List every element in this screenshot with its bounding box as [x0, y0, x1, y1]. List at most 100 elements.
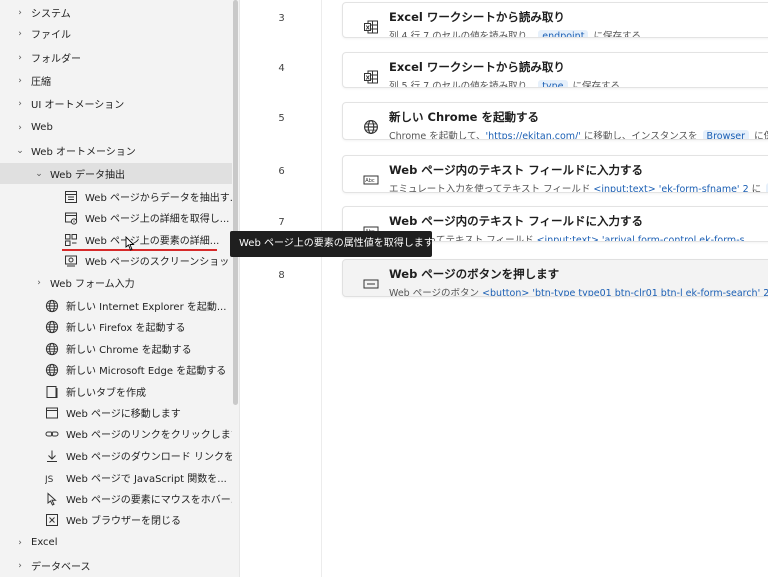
sidebar-action[interactable]: Web ページのリンクをクリックします [0, 423, 232, 444]
step-number-column [241, 0, 322, 577]
sidebar-action[interactable]: Web ページの要素にマウスをホバー... [0, 488, 232, 509]
globe-icon [45, 363, 59, 377]
close-browser-icon [45, 513, 59, 527]
new-tab-icon [45, 385, 59, 399]
sidebar-action[interactable]: JS Web ページで JavaScript 関数を... [0, 467, 232, 488]
variable-token[interactable]: Browser [702, 130, 750, 139]
sidebar-item-label: Web ページに移動します [66, 409, 181, 420]
sidebar-item-label: Web ページで JavaScript 関数を... [66, 474, 227, 485]
sidebar-action[interactable]: Web ページのダウンロード リンクを... [0, 445, 232, 466]
chevron-right-icon[interactable]: › [13, 538, 27, 548]
step-description-text: に保存 [754, 131, 768, 140]
button-icon [363, 276, 379, 292]
sidebar-item-label: システム [31, 9, 71, 20]
sidebar-item-label: Web ページ上の詳細を取得し... [85, 214, 230, 225]
step-description-text: に保存する [569, 81, 621, 88]
chevron-right-icon[interactable]: › [13, 8, 27, 18]
chevron-right-icon[interactable]: › [13, 99, 27, 109]
sidebar-item-label: Web データ抽出 [50, 170, 125, 181]
globe-icon [45, 342, 59, 356]
sidebar-group[interactable]: › データベース [0, 555, 232, 576]
sidebar-group[interactable]: › ファイル [0, 23, 232, 44]
sidebar-group[interactable]: › フォルダー [0, 47, 232, 68]
sidebar-subgroup[interactable]: ⌄ Web データ抽出 [0, 163, 232, 184]
sidebar-group[interactable]: › UI オートメーション [0, 93, 232, 114]
sidebar-item-label: 新しい Firefox を起動する [66, 323, 186, 334]
excel-sheet-icon: X [363, 69, 379, 85]
svg-text:X: X [366, 25, 371, 31]
step-number: 8 [278, 270, 285, 281]
step-description: 列 4 行 7 のセルの値を読み取り、 endpoint に保存する [389, 28, 641, 37]
sidebar-item-label: Web ページのダウンロード リンクを... [66, 452, 232, 463]
step-title: Web ページ内のテキスト フィールドに入力する [389, 163, 644, 177]
chevron-down-icon[interactable]: ⌄ [32, 169, 46, 179]
variable-token[interactable]: type [538, 80, 568, 87]
sidebar-action[interactable]: 新しいタブを作成 [0, 381, 232, 402]
highlight-underline [62, 249, 217, 251]
chevron-right-icon[interactable]: › [13, 76, 27, 86]
step-description-text: 列 5 行 7 のセルの値を読み取り、 [389, 81, 537, 88]
flow-step[interactable]: X Excel ワークシートから読み取り列 4 行 7 のセルの値を読み取り、 en… [342, 2, 768, 38]
sidebar-action[interactable]: Web ページのスクリーンショット... [0, 250, 232, 271]
globe-icon [45, 320, 59, 334]
sidebar-action[interactable]: Web ページ上の要素の詳細... [0, 229, 232, 250]
step-description: Web ページのボタン <button> 'btn-type type01 bt… [389, 285, 768, 297]
sidebar-action[interactable]: Web ブラウザーを閉じる [0, 509, 232, 530]
svg-text:X: X [366, 75, 371, 81]
sidebar-action[interactable]: 新しい Internet Explorer を起動... [0, 295, 232, 316]
chevron-down-icon[interactable]: ⌄ [13, 146, 27, 156]
scrollbar-thumb[interactable] [233, 0, 238, 405]
chevron-right-icon[interactable]: › [32, 278, 46, 288]
step-description-text: Web ページのボタン [389, 288, 483, 297]
sidebar-item-label: フォルダー [31, 54, 81, 65]
sidebar-action[interactable]: Web ページ上の詳細を取得し... [0, 207, 232, 228]
chevron-right-icon[interactable]: › [13, 123, 27, 133]
flow-step[interactable]: X Excel ワークシートから読み取り列 5 行 7 のセルの値を読み取り、 ty… [342, 52, 768, 88]
sidebar-item-label: Web ページからデータを抽出す... [85, 193, 232, 204]
table-extract-icon [64, 190, 78, 204]
step-number: 5 [278, 113, 285, 124]
sidebar-subgroup[interactable]: › Web フォーム入力 [0, 272, 232, 293]
chevron-right-icon[interactable]: › [13, 561, 27, 571]
chevron-right-icon[interactable]: › [13, 29, 27, 39]
mouse-pointer-icon [45, 491, 59, 506]
step-argument: <button> 'btn-type type01 btn-clr01 btn-… [482, 288, 768, 297]
svg-text:Abc: Abc [365, 178, 375, 184]
sidebar-item-label: ファイル [31, 30, 71, 41]
flow-step[interactable]: Abc Web ページ内のテキスト フィールドに入力する エミュレート入力を使ってテ… [342, 155, 768, 193]
sidebar-group[interactable]: › 圧縮 [0, 70, 232, 91]
step-title: 新しい Chrome を起動する [389, 110, 539, 124]
sidebar-group[interactable]: ⌄ Web オートメーション [0, 140, 232, 161]
flow-step[interactable]: 新しい Chrome を起動する Chrome を起動して、'https://ek… [342, 102, 768, 140]
link-icon [45, 427, 59, 441]
sidebar-action[interactable]: 新しい Firefox を起動する [0, 316, 232, 337]
step-number: 4 [278, 63, 285, 74]
sidebar-action[interactable]: 新しい Microsoft Edge を起動する [0, 359, 232, 380]
actions-panel-scrollbar[interactable] [232, 0, 240, 577]
sidebar-action[interactable]: Web ページに移動します [0, 402, 232, 423]
variable-token[interactable]: endpoint [538, 30, 589, 37]
sidebar-group[interactable]: › システム [0, 2, 232, 23]
sidebar-item-label: Web オートメーション [31, 147, 136, 158]
sidebar-group[interactable]: › Web [0, 117, 232, 138]
step-number: 6 [278, 166, 285, 177]
excel-sheet-icon: X [363, 19, 379, 35]
mouse-cursor-icon [125, 236, 135, 251]
globe-icon [363, 119, 379, 135]
tooltip: Web ページ上の要素の属性値を取得します [230, 231, 434, 257]
sidebar-action[interactable]: 新しい Chrome を起動する [0, 338, 232, 359]
chevron-right-icon[interactable]: › [13, 53, 27, 63]
actions-panel: › システム › ファイル › フォルダー › 圧縮 › UI オートメーション › Web ⌄ Web … [0, 0, 232, 577]
sidebar-item-label: データベース [31, 562, 91, 573]
sidebar-group[interactable]: › Excel [0, 532, 232, 553]
sidebar-action[interactable]: Web ページからデータを抽出す... [0, 186, 232, 207]
step-description: 列 5 行 7 のセルの値を読み取り、 type に保存する [389, 78, 621, 88]
step-title: Excel ワークシートから読み取り [389, 10, 565, 24]
flow-step[interactable]: Web ページのボタンを押します Web ページのボタン <button> 'bt… [342, 259, 768, 297]
sidebar-item-label: Excel [31, 537, 58, 548]
sidebar-item-label: 新しい Chrome を起動する [66, 345, 192, 356]
sidebar-item-label: Web [31, 122, 53, 133]
sidebar-item-label: Web ページのリンクをクリックします [66, 430, 232, 441]
text-field-icon: Abc [363, 172, 379, 188]
step-description-text: に [748, 184, 765, 193]
